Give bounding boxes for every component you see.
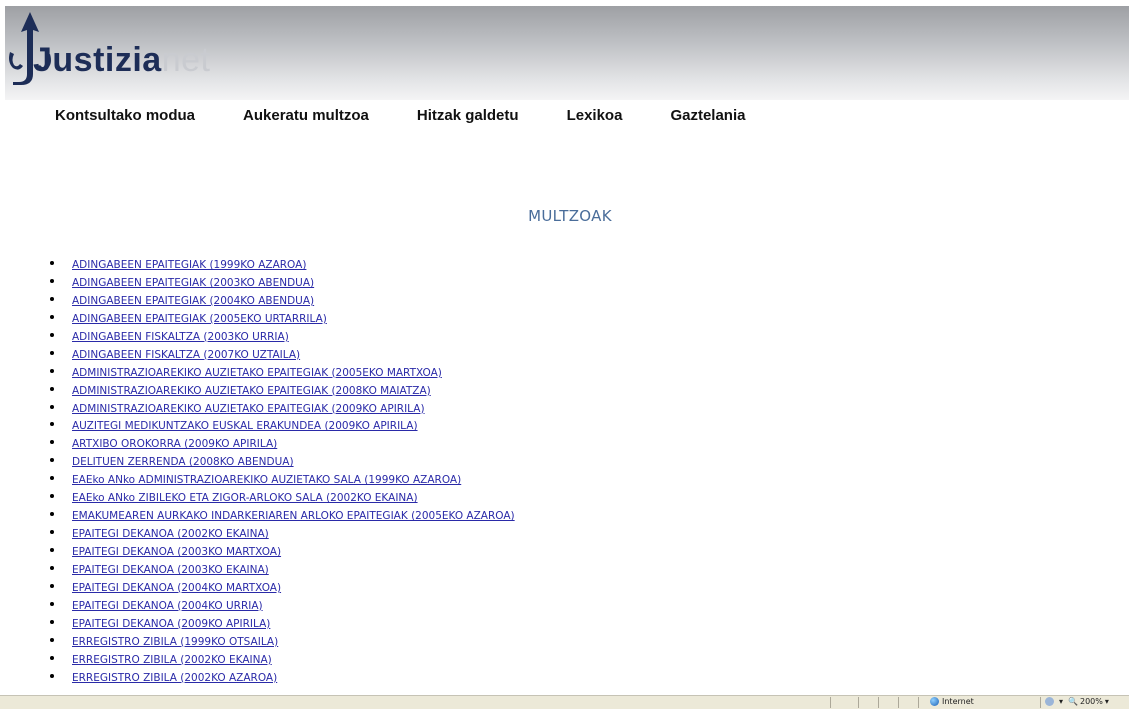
collection-link[interactable]: DELITUEN ZERRENDA (2008KO ABENDUA): [72, 456, 294, 468]
collection-link[interactable]: EPAITEGI DEKANOA (2003KO MARTXOA): [72, 546, 281, 558]
collection-link[interactable]: ERREGISTRO ZIBILA (2002KO AZAROA): [72, 672, 277, 684]
collection-link[interactable]: ADMINISTRAZIOAREKIKO AUZIETAKO EPAITEGIA…: [72, 367, 442, 379]
logo-wordmark: Justizianet: [33, 40, 210, 80]
collection-link[interactable]: EPAITEGI DEKANOA (2003KO EKAINA): [72, 564, 269, 576]
list-item: ADMINISTRAZIOAREKIKO AUZIETAKO EPAITEGIA…: [50, 398, 515, 416]
collection-list: ADINGABEEN EPAITEGIAK (1999KO AZAROA) AD…: [50, 254, 515, 685]
list-item: EPAITEGI DEKANOA (2002KO EKAINA): [50, 523, 515, 541]
collection-link[interactable]: ADINGABEEN FISKALTZA (2003KO URRIA): [72, 331, 289, 343]
collection-link[interactable]: ADINGABEEN EPAITEGIAK (2004KO ABENDUA): [72, 295, 314, 307]
chevron-down-icon: ▾: [1104, 697, 1109, 706]
nav-lexicon[interactable]: Lexikoa: [567, 107, 623, 127]
list-item: AUZITEGI MEDIKUNTZAKO EUSKAL ERAKUNDEA (…: [50, 415, 515, 433]
status-divider: [830, 697, 831, 708]
list-item: EPAITEGI DEKANOA (2004KO MARTXOA): [50, 577, 515, 595]
logo-wordmark-strong: Justizia: [33, 41, 162, 79]
browser-status-bar: Internet ▾ 🔍 200% ▾: [0, 695, 1129, 709]
list-item: EMAKUMEAREN AURKAKO INDARKERIAREN ARLOKO…: [50, 505, 515, 523]
collection-link[interactable]: ADINGABEEN FISKALTZA (2007KO UZTAILA): [72, 349, 300, 361]
security-zone[interactable]: Internet: [930, 697, 974, 706]
collection-link[interactable]: EAEko ANko ADMINISTRAZIOAREKIKO AUZIETAK…: [72, 474, 461, 486]
nav-consultation-mode[interactable]: Kontsultako modua: [55, 107, 195, 127]
list-item: ADMINISTRAZIOAREKIKO AUZIETAKO EPAITEGIA…: [50, 380, 515, 398]
list-item: DELITUEN ZERRENDA (2008KO ABENDUA): [50, 451, 515, 469]
status-divider: [1040, 697, 1041, 708]
list-item: ERREGISTRO ZIBILA (1999KO OTSAILA): [50, 631, 515, 649]
collection-link[interactable]: EPAITEGI DEKANOA (2002KO EKAINA): [72, 528, 269, 540]
list-item: EAEko ANko ADMINISTRAZIOAREKIKO AUZIETAK…: [50, 469, 515, 487]
list-item: ADINGABEEN EPAITEGIAK (1999KO AZAROA): [50, 254, 515, 272]
protected-mode-icon[interactable]: [1045, 697, 1054, 706]
collection-link[interactable]: ERREGISTRO ZIBILA (2002KO EKAINA): [72, 654, 272, 666]
collection-link[interactable]: EPAITEGI DEKANOA (2004KO MARTXOA): [72, 582, 281, 594]
collection-link[interactable]: EPAITEGI DEKANOA (2004KO URRIA): [72, 600, 263, 612]
list-item: ADINGABEEN EPAITEGIAK (2005EKO URTARRILA…: [50, 308, 515, 326]
dropdown-arrow-icon[interactable]: ▾: [1059, 697, 1063, 706]
site-header: Justizianet: [5, 6, 1129, 100]
list-item: EPAITEGI DEKANOA (2009KO APIRILA): [50, 613, 515, 631]
collection-link[interactable]: ERREGISTRO ZIBILA (1999KO OTSAILA): [72, 636, 278, 648]
zoom-control[interactable]: 🔍 200% ▾: [1068, 697, 1109, 706]
list-item: ARTXIBO OROKORRA (2009KO APIRILA): [50, 433, 515, 451]
status-divider: [878, 697, 879, 708]
globe-icon: [930, 697, 939, 706]
collection-link[interactable]: EPAITEGI DEKANOA (2009KO APIRILA): [72, 618, 270, 630]
status-tools: ▾ 🔍 200% ▾: [1045, 697, 1109, 706]
logo-wordmark-light: net: [161, 41, 211, 79]
collection-link[interactable]: ADMINISTRAZIOAREKIKO AUZIETAKO EPAITEGIA…: [72, 385, 431, 397]
collection-link[interactable]: ADINGABEEN EPAITEGIAK (1999KO AZAROA): [72, 259, 306, 271]
collection-link[interactable]: ADINGABEEN EPAITEGIAK (2003KO ABENDUA): [72, 277, 314, 289]
list-item: EPAITEGI DEKANOA (2004KO URRIA): [50, 595, 515, 613]
status-divider: [918, 697, 919, 708]
list-item: ERREGISTRO ZIBILA (2002KO EKAINA): [50, 649, 515, 667]
list-item: ADINGABEEN FISKALTZA (2007KO UZTAILA): [50, 344, 515, 362]
nav-language-spanish[interactable]: Gaztelania: [670, 107, 745, 127]
main-nav: Kontsultako modua Aukeratu multzoa Hitza…: [55, 107, 745, 127]
nav-select-collection[interactable]: Aukeratu multzoa: [243, 107, 369, 127]
zoom-icon: 🔍: [1068, 697, 1078, 706]
collection-link[interactable]: EMAKUMEAREN AURKAKO INDARKERIAREN ARLOKO…: [72, 510, 515, 522]
collection-link[interactable]: ARTXIBO OROKORRA (2009KO APIRILA): [72, 438, 277, 450]
site-logo[interactable]: Justizianet: [5, 6, 265, 100]
list-item: EPAITEGI DEKANOA (2003KO EKAINA): [50, 559, 515, 577]
list-item: ADINGABEEN EPAITEGIAK (2003KO ABENDUA): [50, 272, 515, 290]
zoom-level: 200%: [1079, 697, 1103, 706]
collection-link[interactable]: EAEko ANko ZIBILEKO ETA ZIGOR-ARLOKO SAL…: [72, 492, 418, 504]
status-divider: [858, 697, 859, 708]
collection-link[interactable]: AUZITEGI MEDIKUNTZAKO EUSKAL ERAKUNDEA (…: [72, 420, 418, 432]
nav-query-words[interactable]: Hitzak galdetu: [417, 107, 519, 127]
security-zone-label: Internet: [942, 697, 974, 706]
collection-link[interactable]: ADINGABEEN EPAITEGIAK (2005EKO URTARRILA…: [72, 313, 327, 325]
status-divider: [898, 697, 899, 708]
list-item: EPAITEGI DEKANOA (2003KO MARTXOA): [50, 541, 515, 559]
list-item: ADINGABEEN EPAITEGIAK (2004KO ABENDUA): [50, 290, 515, 308]
list-item: ERREGISTRO ZIBILA (2002KO AZAROA): [50, 667, 515, 685]
collection-link[interactable]: ADMINISTRAZIOAREKIKO AUZIETAKO EPAITEGIA…: [72, 403, 425, 415]
page-title: MULTZOAK: [528, 207, 612, 225]
list-item: ADINGABEEN FISKALTZA (2003KO URRIA): [50, 326, 515, 344]
list-item: EAEko ANko ZIBILEKO ETA ZIGOR-ARLOKO SAL…: [50, 487, 515, 505]
list-item: ADMINISTRAZIOAREKIKO AUZIETAKO EPAITEGIA…: [50, 362, 515, 380]
